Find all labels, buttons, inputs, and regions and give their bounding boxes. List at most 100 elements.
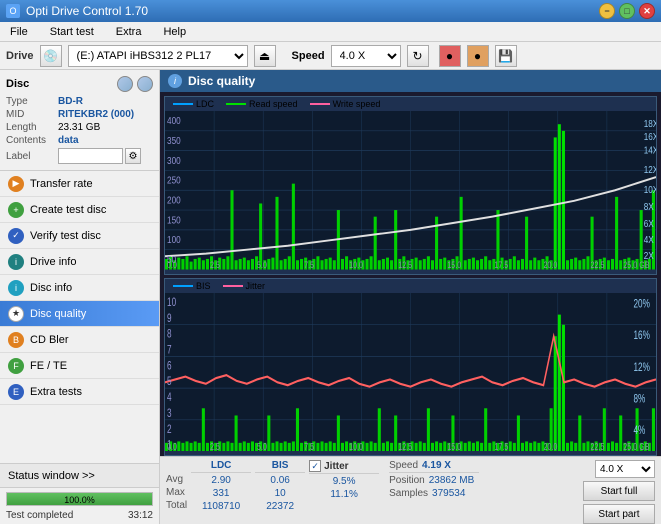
disc-info-icon: i — [8, 280, 24, 296]
color-btn-2[interactable]: ● — [467, 45, 489, 67]
svg-text:10: 10 — [167, 296, 176, 309]
drive-info-icon: i — [8, 254, 24, 270]
svg-text:18X: 18X — [644, 118, 656, 130]
maximize-button[interactable]: □ — [619, 3, 635, 19]
sidebar-bottom: Status window >> 100.0% Test completed 3… — [0, 463, 159, 524]
status-window-button[interactable]: Status window >> — [0, 464, 159, 488]
svg-text:25.0 GB: 25.0 GB — [623, 260, 650, 269]
svg-text:2: 2 — [167, 423, 172, 436]
bis-avg: 0.06 — [255, 475, 305, 486]
svg-text:200: 200 — [167, 195, 181, 207]
disc-label-label: Label — [6, 151, 58, 162]
sidebar-item-drive-info[interactable]: i Drive info — [0, 249, 159, 275]
ldc-legend-label: LDC — [196, 99, 214, 109]
svg-text:0.0: 0.0 — [167, 440, 177, 451]
color-btn-1[interactable]: ● — [439, 45, 461, 67]
speed-label: Speed — [292, 50, 325, 62]
avg-label: Avg — [166, 474, 187, 485]
svg-text:20.0: 20.0 — [543, 440, 557, 451]
legend-write-speed: Write speed — [310, 99, 381, 109]
legend-read-speed: Read speed — [226, 99, 298, 109]
bis-jitter-legend: BIS Jitter — [165, 279, 656, 293]
svg-text:6: 6 — [167, 360, 172, 373]
ldc-total: 1108710 — [191, 501, 251, 512]
svg-text:7.5: 7.5 — [304, 440, 314, 451]
svg-text:12X: 12X — [644, 164, 656, 176]
progress-bar-container: 100.0% — [6, 492, 153, 506]
jitter-stats-col: ✓ Jitter 9.5% 11.1% — [309, 460, 379, 502]
create-test-label: Create test disc — [30, 204, 106, 216]
disc-mid-value: RITEKBR2 (000) — [58, 109, 134, 120]
disc-type-row: Type BD-R — [6, 96, 153, 107]
menu-extra[interactable]: Extra — [110, 25, 148, 39]
bis-stats-col: BIS 0.06 10 22372 — [255, 460, 305, 512]
sidebar-item-verify-test-disc[interactable]: ✓ Verify test disc — [0, 223, 159, 249]
svg-text:4%: 4% — [633, 424, 645, 437]
sidebar-item-fe-te[interactable]: F FE / TE — [0, 353, 159, 379]
svg-text:100: 100 — [167, 234, 181, 246]
jitter-checkbox[interactable]: ✓ — [309, 460, 321, 472]
write-speed-legend-label: Write speed — [333, 99, 381, 109]
app-icon: O — [6, 4, 20, 18]
svg-text:2.5: 2.5 — [210, 440, 220, 451]
speed-select[interactable]: 4.0 X 2.0 X 6.0 X 8.0 X — [331, 45, 401, 67]
transfer-rate-icon: ▶ — [8, 176, 24, 192]
minimize-button[interactable]: − — [599, 3, 615, 19]
drive-select[interactable]: (E:) ATAPI iHBS312 2 PL17 — [68, 45, 248, 67]
main-layout: Disc Type BD-R MID RITEKBR2 (000) Length — [0, 70, 661, 524]
save-button[interactable]: 💾 — [495, 45, 517, 67]
disc-fields: Type BD-R MID RITEKBR2 (000) Length 23.3… — [6, 96, 153, 164]
svg-text:5.0: 5.0 — [257, 440, 267, 451]
sidebar-item-disc-info[interactable]: i Disc info — [0, 275, 159, 301]
disc-mid-label: MID — [6, 109, 58, 120]
ldc-chart: LDC Read speed Write speed — [164, 96, 657, 275]
menu-start-test[interactable]: Start test — [44, 25, 100, 39]
svg-text:22.5: 22.5 — [591, 440, 605, 451]
svg-text:15.0: 15.0 — [447, 440, 461, 451]
menu-file[interactable]: File — [4, 25, 34, 39]
sidebar-item-extra-tests[interactable]: E Extra tests — [0, 379, 159, 405]
start-part-button[interactable]: Start part — [583, 504, 655, 524]
start-full-button[interactable]: Start full — [583, 481, 655, 501]
window-title: Opti Drive Control 1.70 — [26, 4, 148, 18]
position-label: Position — [389, 475, 425, 486]
jitter-col-header: Jitter — [324, 461, 348, 472]
close-button[interactable]: ✕ — [639, 3, 655, 19]
ldc-avg: 2.90 — [191, 475, 251, 486]
status-text: Test completed — [6, 510, 73, 521]
sidebar-item-disc-quality[interactable]: ★ Disc quality — [0, 301, 159, 327]
svg-text:20%: 20% — [633, 298, 649, 311]
ldc-legend-dot — [173, 103, 193, 105]
disc-label-browse-btn[interactable]: ⚙ — [125, 148, 141, 164]
svg-text:16%: 16% — [633, 329, 649, 342]
refresh-button[interactable]: ↻ — [407, 45, 429, 67]
svg-text:0.0: 0.0 — [167, 260, 177, 269]
svg-text:4X: 4X — [644, 234, 655, 246]
disc-header-icons — [117, 76, 153, 92]
disc-label-row: Label ⚙ — [6, 148, 153, 164]
svg-text:3: 3 — [167, 407, 172, 420]
svg-text:5: 5 — [167, 375, 172, 388]
samples-value: 379534 — [432, 488, 465, 499]
create-test-icon: + — [8, 202, 24, 218]
bis-jitter-chart-svg: 20% 16% 12% 8% 4% 10 9 8 7 6 5 — [165, 293, 656, 452]
svg-text:8: 8 — [167, 328, 172, 341]
sidebar-item-create-test-disc[interactable]: + Create test disc — [0, 197, 159, 223]
sidebar-item-cd-bler[interactable]: B CD Bler — [0, 327, 159, 353]
svg-text:10X: 10X — [644, 184, 656, 196]
ldc-max: 331 — [191, 488, 251, 499]
eject-button[interactable]: ⏏ — [254, 45, 276, 67]
svg-text:20.0: 20.0 — [543, 260, 557, 269]
sidebar-item-transfer-rate[interactable]: ▶ Transfer rate — [0, 171, 159, 197]
disc-quality-icon: ★ — [8, 306, 24, 322]
svg-text:7: 7 — [167, 344, 172, 357]
svg-text:8X: 8X — [644, 201, 655, 213]
ldc-chart-legend: LDC Read speed Write speed — [165, 97, 656, 111]
svg-text:10.0: 10.0 — [349, 440, 363, 451]
svg-text:10.0: 10.0 — [349, 260, 363, 269]
drive-icon-btn[interactable]: 💿 — [40, 45, 62, 67]
menu-help[interactable]: Help — [157, 25, 192, 39]
disc-label-input[interactable] — [58, 148, 123, 164]
test-speed-select[interactable]: 4.0 X 2.0 X 8.0 X — [595, 460, 655, 478]
svg-text:25.0 GB: 25.0 GB — [623, 440, 649, 451]
